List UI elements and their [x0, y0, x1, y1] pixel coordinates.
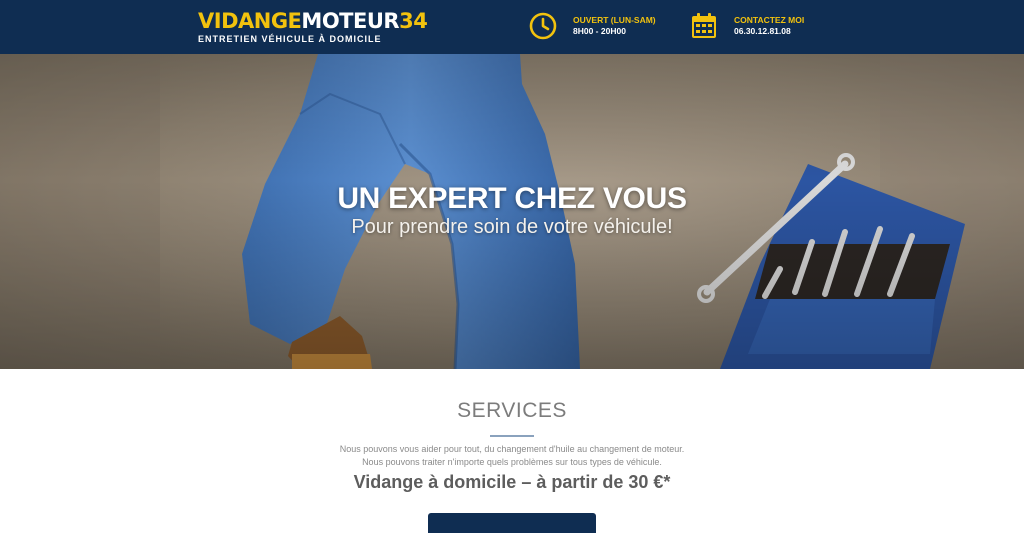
contact-info[interactable]: CONTACTEZ MOI 06.30.12.81.08	[689, 11, 804, 41]
logo-part-vidange: VIDANGE	[198, 9, 302, 33]
hours-text: OUVERT (LUN-SAM) 8H00 - 20H00	[573, 15, 656, 37]
hours-title: OUVERT (LUN-SAM)	[573, 15, 656, 25]
top-header: VIDANGEMOTEUR34 ENTRETIEN VÉHICULE À DOM…	[0, 0, 1024, 54]
cta-button[interactable]	[428, 513, 596, 533]
hours-value: 8H00 - 20H00	[573, 26, 626, 36]
hero-title: UN EXPERT CHEZ VOUS	[337, 182, 687, 215]
contact-title: CONTACTEZ MOI	[734, 15, 805, 25]
services-heading: SERVICES	[457, 399, 567, 422]
service-price: Vidange à domicile – à partir de 30 €*	[353, 472, 671, 492]
clock-icon	[529, 12, 557, 40]
logo-part-moteur: MOTEUR	[301, 9, 400, 33]
site-logo[interactable]: VIDANGEMOTEUR34 ENTRETIEN VÉHICULE À DOM…	[198, 9, 428, 44]
hero-subtitle: Pour prendre soin de votre véhicule!	[351, 216, 673, 238]
services-divider	[490, 435, 534, 437]
services-description-line1: Nous pouvons vous aider pour tout, du ch…	[339, 444, 685, 454]
logo-tagline: ENTRETIEN VÉHICULE À DOMICILE	[198, 34, 382, 44]
services-description-line2: Nous pouvons traiter n'importe quels pro…	[362, 457, 662, 467]
logo-part-34: 34	[399, 9, 428, 33]
logo-text: VIDANGEMOTEUR34	[198, 9, 428, 33]
calendar-icon	[692, 13, 716, 38]
contact-phone[interactable]: 06.30.12.81.08	[734, 26, 804, 37]
hero-banner: UN EXPERT CHEZ VOUS Pour prendre soin de…	[0, 54, 1024, 369]
opening-hours: OUVERT (LUN-SAM) 8H00 - 20H00	[528, 11, 656, 41]
contact-text: CONTACTEZ MOI 06.30.12.81.08	[734, 15, 804, 37]
